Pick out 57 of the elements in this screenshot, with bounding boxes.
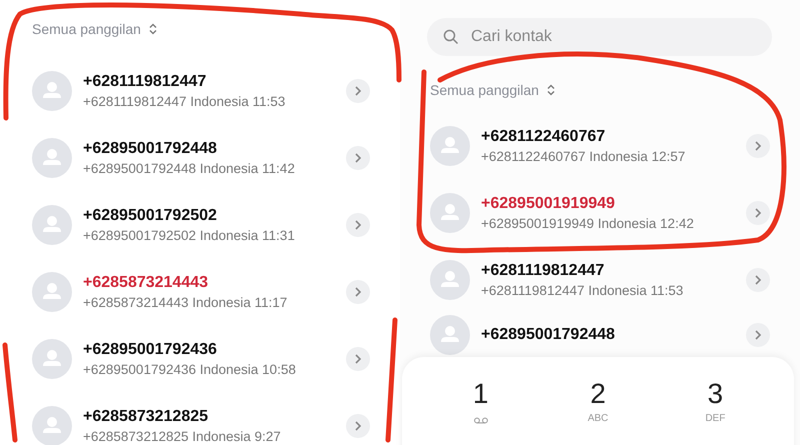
call-log-item[interactable]: +6281122460767 +6281122460767 Indonesia 12:57 bbox=[400, 112, 800, 179]
call-log-item[interactable]: +6285873212825 +6285873212825 Indonesia 9:27 bbox=[0, 392, 400, 445]
dialpad-key[interactable]: 3 DEF bbox=[680, 379, 750, 431]
chevron-icon[interactable] bbox=[746, 323, 770, 347]
call-detail: +6285873214443 Indonesia 11:17 bbox=[83, 294, 288, 310]
sort-icon bbox=[148, 23, 157, 35]
call-log-item[interactable]: +6281119812447 +6281119812447 Indonesia 11:53 bbox=[400, 246, 800, 313]
chevron-icon[interactable] bbox=[746, 268, 770, 292]
call-log-item[interactable]: +62895001792502 +62895001792502 Indonesia 11:31 bbox=[0, 191, 400, 258]
chevron-icon[interactable] bbox=[746, 200, 770, 224]
sort-icon bbox=[546, 84, 555, 96]
phone-number: +62895001792448 bbox=[83, 140, 218, 158]
call-log-item[interactable]: +62895001919949 +62895001919949 Indonesia 12:42 bbox=[400, 179, 800, 246]
avatar-icon bbox=[32, 70, 72, 110]
call-detail: +62895001919949 Indonesia 12:42 bbox=[481, 216, 695, 230]
chevron-icon[interactable] bbox=[346, 280, 370, 304]
call-detail: +62895001792448 Indonesia 11:42 bbox=[83, 160, 296, 176]
call-log-item[interactable]: +6285873214443 +6285873214443 Indonesia 11:17 bbox=[0, 258, 400, 325]
avatar-icon bbox=[32, 138, 72, 178]
voicemail-icon bbox=[474, 417, 488, 424]
phone-number: +6281119812447 bbox=[481, 262, 606, 280]
search-field[interactable]: Cari kontak bbox=[427, 18, 772, 56]
search-input[interactable]: Cari kontak bbox=[469, 27, 673, 47]
call-log-item[interactable]: +62895001792436 +62895001792436 Indonesia 10:58 bbox=[0, 325, 400, 392]
avatar-icon bbox=[430, 192, 470, 232]
chevron-icon[interactable] bbox=[346, 146, 370, 170]
phone-number: +62895001919949 bbox=[481, 194, 616, 212]
call-detail: +6281119812447 Indonesia 11:53 bbox=[83, 94, 286, 108]
call-log-item[interactable]: +62895001792448 bbox=[400, 313, 800, 357]
phone-number: +6285873212825 bbox=[83, 408, 210, 426]
avatar-icon bbox=[430, 260, 470, 300]
dialpad-key[interactable]: 1 bbox=[446, 379, 516, 431]
phone-number: +62895001792502 bbox=[83, 206, 218, 224]
chevron-icon[interactable] bbox=[346, 414, 370, 438]
chevron-icon[interactable] bbox=[746, 134, 770, 158]
call-detail: +6285873212825 Indonesia 9:27 bbox=[83, 428, 282, 444]
avatar-icon bbox=[430, 315, 470, 355]
avatar-icon bbox=[430, 126, 470, 166]
search-icon bbox=[443, 29, 459, 45]
call-log-item[interactable]: +6281119812447 +6281119812447 Indonesia 11:53 bbox=[0, 57, 400, 124]
phone-number: +6285873214443 bbox=[83, 274, 210, 292]
avatar-icon bbox=[32, 204, 72, 244]
phone-number: +62895001792448 bbox=[481, 326, 616, 344]
dialpad-key[interactable]: 2 ABC bbox=[562, 379, 633, 431]
avatar-icon bbox=[32, 338, 72, 378]
chevron-icon[interactable] bbox=[346, 346, 370, 370]
call-detail: +62895001792436 Indonesia 10:58 bbox=[83, 362, 297, 376]
call-detail: +62895001792502 Indonesia 11:31 bbox=[83, 228, 296, 242]
phone-number: +62895001792436 bbox=[83, 340, 218, 358]
chevron-icon[interactable] bbox=[346, 78, 370, 102]
call-log-item[interactable]: +62895001792448 +62895001792448 Indonesia 11:42 bbox=[0, 124, 400, 191]
call-detail: +6281122460767 Indonesia 12:57 bbox=[481, 148, 686, 164]
phone-number: +6281119812447 bbox=[83, 72, 208, 90]
phone-number: +6281122460767 bbox=[481, 128, 606, 146]
chevron-icon[interactable] bbox=[346, 212, 370, 236]
call-detail: +6281119812447 Indonesia 11:53 bbox=[481, 282, 684, 298]
avatar-icon bbox=[32, 272, 72, 312]
